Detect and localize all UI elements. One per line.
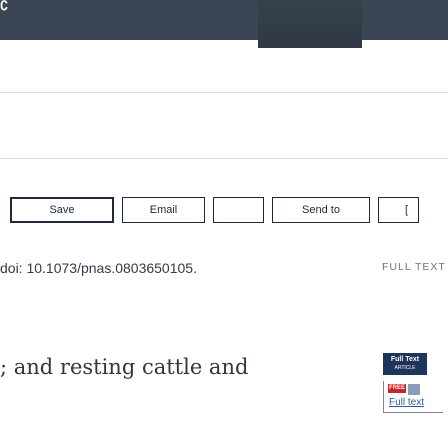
pmc-full-text-anchor[interactable]: Full text [389, 397, 424, 408]
article-title: ; and resting cattle and [0, 355, 249, 379]
save-button-label: Save [49, 204, 75, 216]
pmc-thumbnail-icon [408, 384, 420, 395]
cite-button[interactable]: [ [378, 197, 419, 223]
cite-button-label: [ [405, 204, 409, 216]
full-text-links-heading: FULL TEXT [382, 261, 446, 273]
send-to-button[interactable]: Send to [272, 197, 370, 223]
email-button-label: Email [149, 204, 178, 216]
send-to-button-label: Send to [302, 204, 340, 216]
free-badge: FREE [388, 384, 406, 393]
email-button[interactable]: Email [122, 197, 205, 223]
pmc-full-text-link[interactable]: FREE Full text [383, 381, 443, 413]
publisher-badge-title: Full Text [390, 356, 420, 363]
publisher-full-text-link[interactable]: Full Text ARTICLE [383, 353, 427, 375]
publisher-badge-sub: ARTICLE [394, 365, 416, 371]
site-header-bar: ∁ [0, 0, 448, 40]
toolbar-blank-button[interactable] [213, 197, 264, 223]
divider [0, 92, 448, 93]
divider [0, 158, 448, 159]
article-doi: doi: 10.1073/pnas.0803650105. [0, 260, 197, 276]
brand-logo-icon[interactable]: ∁ [0, 0, 14, 14]
doi-text[interactable]: doi: 10.1073/pnas.0803650105. [0, 260, 197, 276]
save-button[interactable]: Save [10, 197, 114, 223]
header-banner-image [258, 0, 362, 48]
